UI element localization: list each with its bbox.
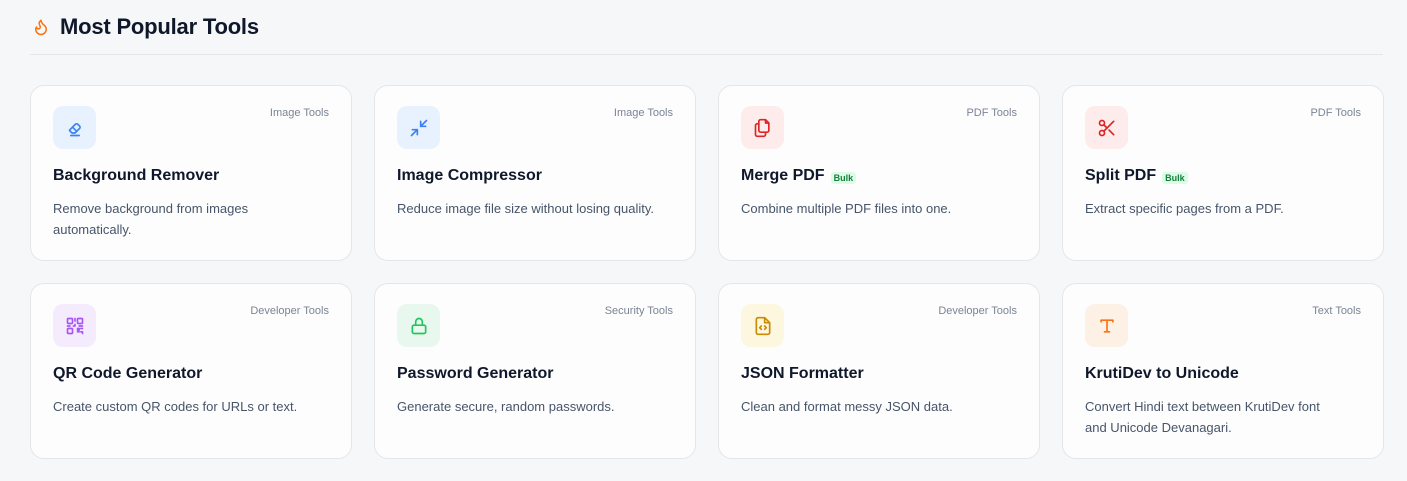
tool-icon-box — [53, 304, 96, 347]
bulk-badge: Bulk — [830, 171, 857, 184]
tool-card-split-pdf[interactable]: PDF Tools Split PDF Bulk Extract specifi… — [1062, 85, 1384, 261]
tool-category: PDF Tools — [966, 107, 1017, 119]
tool-description: Clean and format messy JSON data. — [741, 399, 953, 414]
tool-title-row: KrutiDev to Unicode — [1085, 365, 1361, 383]
tool-title-row: JSON Formatter — [741, 365, 1017, 383]
tool-card-image-compressor[interactable]: Image Tools Image Compressor Reduce imag… — [374, 85, 696, 261]
section-header: Most Popular Tools — [30, 0, 1383, 55]
tool-title-row: Background Remover — [53, 167, 329, 185]
popular-tools-section: Most Popular Tools Image Tools Backgroun… — [0, 0, 1407, 481]
lock-icon — [411, 317, 426, 334]
tool-title: Split PDF — [1085, 167, 1157, 184]
scissors-icon — [1098, 119, 1114, 136]
tool-category: Developer Tools — [250, 305, 329, 317]
tool-icon-box — [741, 304, 784, 347]
tool-category: Text Tools — [1312, 305, 1361, 317]
tool-icon-box — [53, 106, 96, 149]
tool-description: Reduce image file size without losing qu… — [397, 201, 655, 216]
tool-category: Image Tools — [269, 107, 329, 119]
tool-title: Image Compressor — [397, 167, 542, 184]
bulk-badge: Bulk — [1162, 171, 1188, 184]
qr-code-icon — [66, 317, 83, 334]
tool-category: Security Tools — [604, 305, 673, 317]
tool-card-krutidev-to-unicode[interactable]: Text Tools KrutiDev to Unicode Convert H… — [1062, 283, 1384, 459]
tool-icon-box — [1085, 304, 1128, 347]
tools-grid: Image Tools Background Remover Remove ba… — [30, 85, 1384, 459]
flame-icon — [32, 17, 50, 37]
files-icon — [754, 118, 770, 137]
tool-title: Background Remover — [53, 167, 220, 184]
compress-arrows-icon — [410, 119, 427, 136]
tool-title-row: Merge PDF Bulk — [741, 167, 1017, 185]
tool-card-qr-code-generator[interactable]: Developer Tools QR Code Generator Create… — [30, 283, 352, 459]
code-file-icon — [755, 316, 770, 335]
tool-card-json-formatter[interactable]: Developer Tools JSON Formatter Clean and… — [718, 283, 1040, 459]
tool-description: Convert Hindi text between KrutiDev font… — [1085, 399, 1320, 435]
tool-icon-box — [741, 106, 784, 149]
type-icon — [1099, 318, 1114, 333]
tool-category: Developer Tools — [938, 305, 1017, 317]
tool-category: PDF Tools — [1310, 107, 1361, 119]
tool-icon-box — [1085, 106, 1128, 149]
tool-description: Create custom QR codes for URLs or text. — [53, 399, 298, 414]
tool-title: KrutiDev to Unicode — [1085, 365, 1239, 382]
tool-icon-box — [397, 304, 440, 347]
tool-description: Remove background from images automatica… — [53, 201, 249, 237]
section-title: Most Popular Tools — [60, 14, 259, 39]
tool-category: Image Tools — [613, 107, 673, 119]
tool-title: JSON Formatter — [741, 365, 864, 382]
tool-title-row: Split PDF Bulk — [1085, 167, 1361, 185]
tool-title: Merge PDF — [741, 167, 825, 184]
tool-title-row: Image Compressor — [397, 167, 673, 185]
tool-description: Combine multiple PDF files into one. — [741, 201, 952, 216]
tool-card-background-remover[interactable]: Image Tools Background Remover Remove ba… — [30, 85, 352, 261]
eraser-icon — [68, 122, 81, 136]
tool-icon-box — [397, 106, 440, 149]
tool-title: Password Generator — [397, 365, 554, 382]
tool-description: Extract specific pages from a PDF. — [1085, 201, 1284, 216]
tool-title-row: QR Code Generator — [53, 365, 329, 383]
tool-description: Generate secure, random passwords. — [397, 399, 615, 414]
tool-card-password-generator[interactable]: Security Tools Password Generator Genera… — [374, 283, 696, 459]
tool-title-row: Password Generator — [397, 365, 673, 383]
tool-title: QR Code Generator — [53, 365, 203, 382]
tool-card-merge-pdf[interactable]: PDF Tools Merge PDF Bulk Combine multipl… — [718, 85, 1040, 261]
